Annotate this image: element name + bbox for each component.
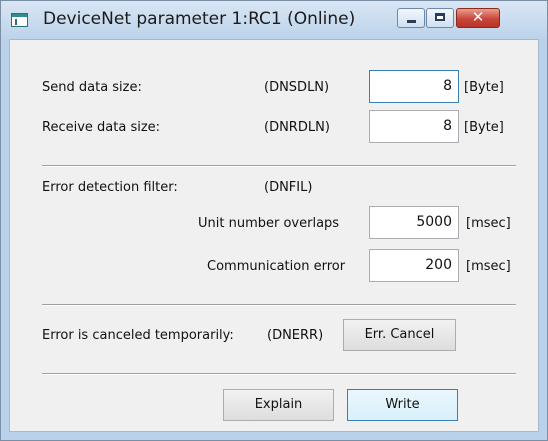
receive-size-unit: [Byte]	[464, 120, 504, 135]
dialog-content: Send data size: (DNSDLN) 8 [Byte] Receiv…	[9, 39, 539, 432]
window-title: DeviceNet parameter 1:RC1 (Online)	[43, 9, 356, 29]
error-filter-code: (DNFIL)	[264, 180, 313, 195]
receive-size-code: (DNRDLN)	[264, 120, 330, 135]
receive-size-input[interactable]: 8	[369, 110, 459, 143]
err-cancel-button[interactable]: Err. Cancel	[343, 319, 456, 351]
close-button[interactable]: ✕	[456, 8, 500, 28]
maximize-button[interactable]	[426, 8, 454, 28]
unit-overlap-unit: [msec]	[466, 216, 511, 231]
send-size-code: (DNSDLN)	[264, 80, 330, 95]
maximize-icon	[435, 13, 445, 21]
separator	[42, 304, 516, 306]
error-filter-label: Error detection filter:	[42, 180, 178, 195]
app-window-icon	[11, 13, 28, 27]
send-size-label: Send data size:	[42, 80, 142, 95]
close-icon: ✕	[471, 8, 485, 26]
minimize-button[interactable]	[397, 8, 425, 28]
send-size-unit: [Byte]	[464, 80, 504, 95]
separator	[42, 165, 516, 167]
explain-button[interactable]: Explain	[223, 389, 334, 421]
minimize-icon	[407, 20, 416, 23]
title-bar[interactable]: DeviceNet parameter 1:RC1 (Online) ✕	[1, 1, 547, 39]
comm-error-input[interactable]: 200	[369, 249, 459, 282]
send-size-input[interactable]: 8	[369, 70, 459, 103]
unit-overlap-input[interactable]: 5000	[369, 206, 459, 239]
error-cancel-label: Error is canceled temporarily:	[42, 328, 234, 343]
error-cancel-code: (DNERR)	[267, 328, 324, 343]
separator	[42, 373, 516, 375]
write-button[interactable]: Write	[347, 389, 458, 421]
comm-error-label: Communication error	[207, 259, 346, 274]
comm-error-unit: [msec]	[466, 259, 511, 274]
dialog-window: DeviceNet parameter 1:RC1 (Online) ✕ Sen…	[0, 0, 548, 441]
receive-size-label: Receive data size:	[42, 120, 161, 135]
unit-overlap-label: Unit number overlaps	[198, 216, 340, 231]
